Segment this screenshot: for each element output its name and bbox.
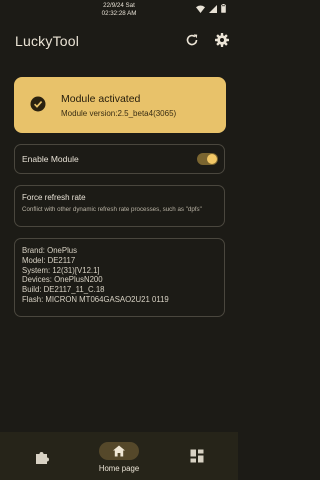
nav-home-label: Home page	[98, 464, 140, 473]
force-refresh-card[interactable]: Force refresh rate Conflict with other d…	[14, 185, 225, 227]
device-info-list: Brand: OnePlus Model: DE2117 System: 12(…	[22, 246, 169, 305]
home-icon	[113, 445, 125, 457]
check-circle-icon	[30, 96, 46, 112]
grid-icon	[190, 449, 204, 463]
home-indicator	[99, 442, 139, 460]
nav-item-extensions[interactable]	[30, 432, 54, 480]
enable-module-switch[interactable]	[197, 153, 218, 165]
nav-item-apps[interactable]	[186, 432, 210, 480]
force-refresh-title: Force refresh rate	[22, 193, 86, 202]
force-refresh-description: Conflict with other dynamic refresh rate…	[22, 206, 202, 213]
nav-item-home[interactable]: Home page	[84, 432, 154, 480]
enable-module-card[interactable]: Enable Module	[14, 144, 225, 174]
status-icons	[196, 4, 226, 13]
bottom-nav: Home page	[0, 432, 238, 480]
module-version: Module version:2.5_beta4(3065)	[61, 109, 177, 118]
device-info-card: Brand: OnePlus Model: DE2117 System: 12(…	[14, 238, 225, 317]
status-bar: 22/9/24 Sat 02:32:28 AM	[0, 0, 238, 22]
refresh-icon[interactable]	[184, 32, 200, 48]
device-model: Model: DE2117	[22, 255, 76, 265]
module-status-title: Module activated	[61, 93, 141, 105]
device-system: System: 12(31)[V12.1]	[22, 265, 100, 275]
device-devices: Devices: OnePlusN200	[22, 275, 103, 285]
battery-icon	[221, 4, 226, 13]
signal-icon	[209, 4, 217, 13]
module-status-card: Module activated Module version:2.5_beta…	[14, 77, 226, 133]
enable-module-label: Enable Module	[22, 154, 79, 164]
gear-icon[interactable]	[214, 32, 230, 48]
device-flash: Flash: MICRON MT064GASAO2U21 0119	[22, 294, 169, 304]
app-bar: LuckyTool	[0, 22, 238, 60]
switch-thumb	[207, 154, 217, 164]
puzzle-icon	[36, 452, 49, 464]
app-title: LuckyTool	[15, 33, 80, 49]
device-brand: Brand: OnePlus	[22, 246, 78, 255]
wifi-icon	[196, 5, 205, 13]
device-build: Build: DE2117_11_C.18	[22, 285, 105, 295]
